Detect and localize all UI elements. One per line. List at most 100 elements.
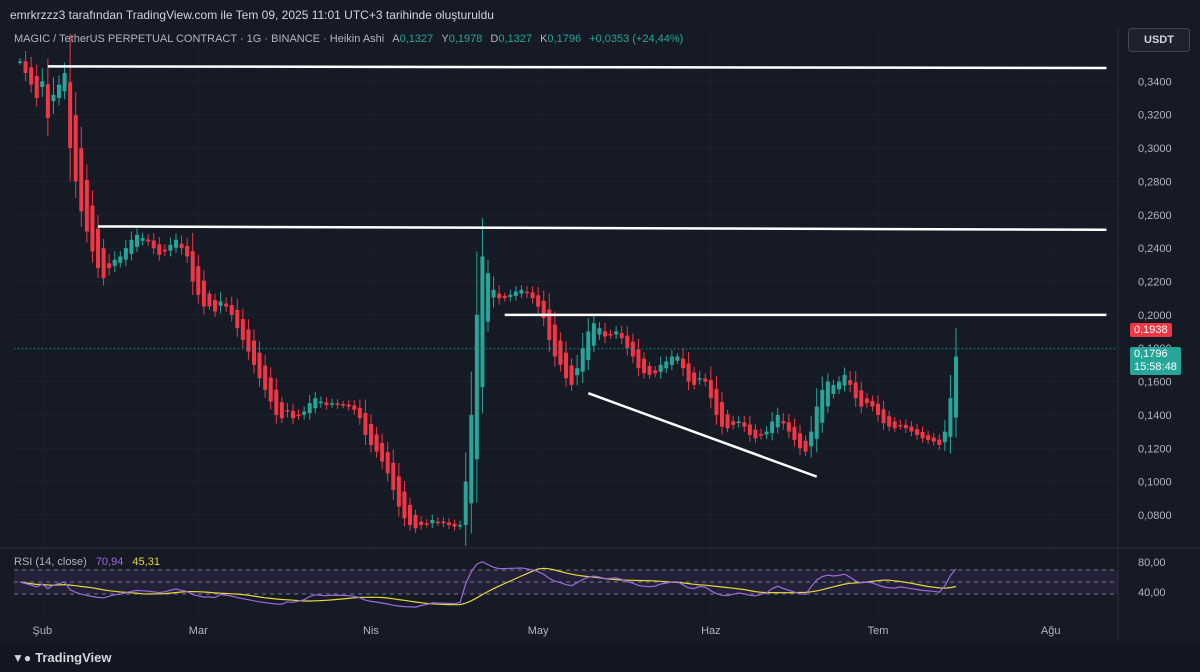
- candle-body: [263, 365, 268, 390]
- candle-body: [101, 248, 106, 279]
- candle-body: [586, 331, 591, 360]
- candle-body: [474, 314, 479, 460]
- candle-body: [597, 328, 602, 335]
- candle-body: [185, 245, 190, 257]
- price-tick-label: 0,2200: [1138, 276, 1172, 288]
- candle-body: [385, 452, 390, 474]
- price-tick-label: 0,1200: [1138, 443, 1172, 455]
- candle-body: [948, 398, 953, 437]
- price-tick-label: 0,1000: [1138, 477, 1172, 489]
- tradingview-logo-text: TradingView: [35, 650, 112, 665]
- candle-body: [118, 256, 123, 263]
- candle-body: [430, 519, 435, 524]
- candle-body: [369, 423, 373, 445]
- candle-body: [603, 331, 607, 337]
- rsi-tick-label: 80,00: [1138, 557, 1166, 569]
- candle-body: [564, 352, 568, 379]
- candle-body: [669, 356, 674, 365]
- candle-body: [240, 319, 245, 340]
- time-tick-label: May: [528, 625, 549, 637]
- candle-body: [536, 295, 541, 307]
- candle-body: [408, 504, 412, 525]
- high-value: 0,1978: [448, 33, 483, 45]
- candle-body: [235, 309, 240, 329]
- resistance-line-mid: [97, 225, 1107, 232]
- candle-body: [486, 273, 490, 322]
- candle-body: [513, 291, 518, 296]
- time-tick-label: Haz: [701, 625, 721, 637]
- candle-body: [224, 303, 229, 307]
- price-tick-label: 0,2000: [1138, 310, 1172, 322]
- currency-button[interactable]: USDT: [1128, 28, 1190, 52]
- candle-body: [619, 332, 624, 339]
- price-tick-label: 0,3000: [1138, 143, 1172, 155]
- candle-body: [179, 243, 184, 249]
- candle-body: [859, 390, 864, 407]
- candle-body: [642, 358, 646, 374]
- price-tick-label: 0,1600: [1138, 377, 1172, 389]
- rsi-tick-label: 40,00: [1138, 587, 1166, 599]
- time-tick-label: Tem: [868, 625, 889, 637]
- high-price-tag: 0,1938: [1130, 323, 1172, 337]
- footer-bar: [0, 644, 1200, 672]
- candle-body: [742, 422, 747, 427]
- candle-body: [34, 75, 39, 99]
- candle-body: [324, 402, 329, 405]
- candle-body: [792, 426, 797, 440]
- high-label: Y: [441, 33, 449, 45]
- candle-body: [112, 259, 117, 266]
- price-tick-label: 0,1400: [1138, 410, 1172, 422]
- tradingview-logo: ▼● TradingView: [12, 650, 111, 665]
- candle-body: [502, 295, 507, 299]
- candle-body: [346, 404, 351, 407]
- candle-body: [658, 364, 663, 372]
- candle-body: [313, 398, 318, 409]
- candle-body: [681, 358, 685, 369]
- candle-body: [402, 491, 407, 519]
- candle-body: [887, 416, 892, 427]
- candle-body: [848, 380, 853, 385]
- candle-body: [435, 521, 440, 524]
- candle-body: [57, 84, 61, 98]
- candle-body: [62, 73, 67, 92]
- candle-body: [341, 404, 346, 406]
- candle-body: [725, 414, 730, 429]
- candle-body: [508, 294, 513, 298]
- candle-body: [380, 443, 385, 462]
- candle-body: [40, 81, 45, 87]
- tradingview-logo-icon: ▼●: [12, 651, 32, 665]
- candle-body: [625, 335, 630, 349]
- candle-body: [23, 61, 28, 74]
- candle-body: [931, 437, 936, 442]
- candle-body: [285, 410, 290, 412]
- low-value: 0,1327: [498, 33, 533, 45]
- candle-body: [831, 384, 836, 394]
- price-tick-label: 0,2800: [1138, 176, 1172, 188]
- candle-body: [274, 389, 279, 415]
- candle-body: [73, 115, 78, 182]
- candle-body: [703, 378, 708, 382]
- candle-body: [29, 67, 34, 85]
- candle-body: [569, 365, 574, 385]
- candle-body: [45, 84, 50, 119]
- candle-body: [892, 421, 897, 429]
- change-value: +0,0353 (+24,44%): [589, 33, 684, 45]
- candle-body: [107, 263, 112, 269]
- chart-canvas[interactable]: 0,3400 0,3200 0,3000 0,2800 0,2600 0,2400 0,22…: [0, 0, 1200, 672]
- candle-body: [441, 521, 446, 524]
- candle-body: [580, 348, 585, 372]
- candle-body: [458, 524, 463, 527]
- candle-body: [842, 374, 847, 386]
- candle-body: [51, 94, 56, 102]
- candle-body: [357, 407, 362, 419]
- rsi-pane: 80,00 40,00: [0, 547, 1200, 608]
- candle-body: [937, 439, 942, 445]
- open-value: 0,1327: [399, 33, 434, 45]
- candle-body: [747, 424, 752, 435]
- candle-body: [814, 406, 819, 439]
- open-label: A: [392, 33, 400, 45]
- candle-body: [798, 433, 802, 449]
- candle-body: [291, 410, 295, 419]
- symbol-legend: MAGIC / TetherUS PERPETUAL CONTRACT · 1G…: [14, 33, 683, 45]
- time-tick-label: Mar: [189, 625, 208, 637]
